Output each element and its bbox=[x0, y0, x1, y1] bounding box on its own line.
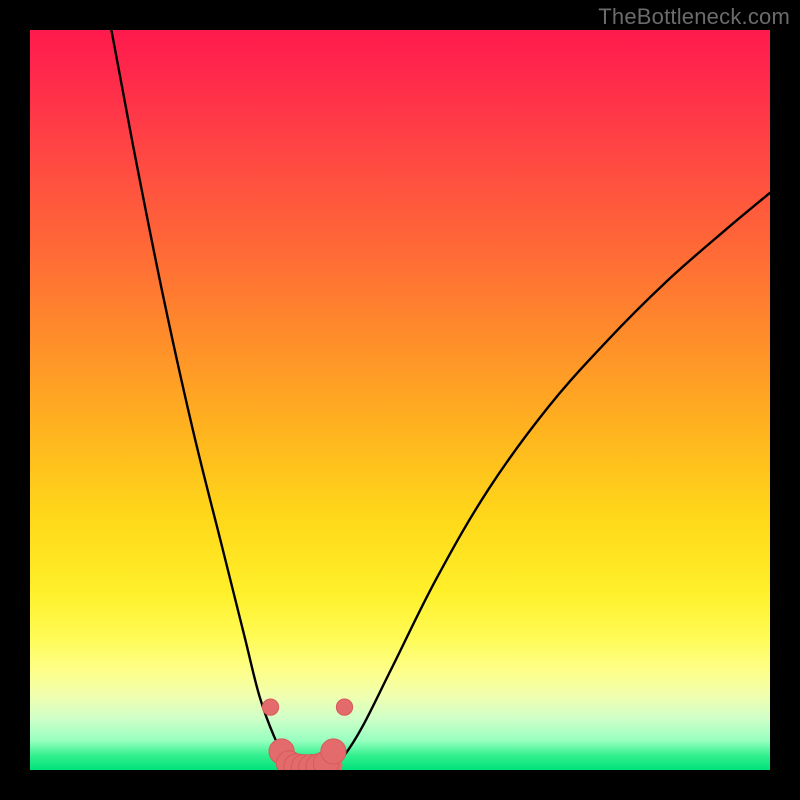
curve-right-branch bbox=[333, 193, 770, 766]
curve-left-branch bbox=[111, 30, 292, 766]
curve-overlay bbox=[30, 30, 770, 770]
marker-point bbox=[336, 699, 352, 715]
marker-point bbox=[321, 739, 346, 764]
watermark-text: TheBottleneck.com bbox=[598, 4, 790, 30]
chart-frame: TheBottleneck.com bbox=[0, 0, 800, 800]
marker-point bbox=[262, 699, 278, 715]
plot-area bbox=[30, 30, 770, 770]
